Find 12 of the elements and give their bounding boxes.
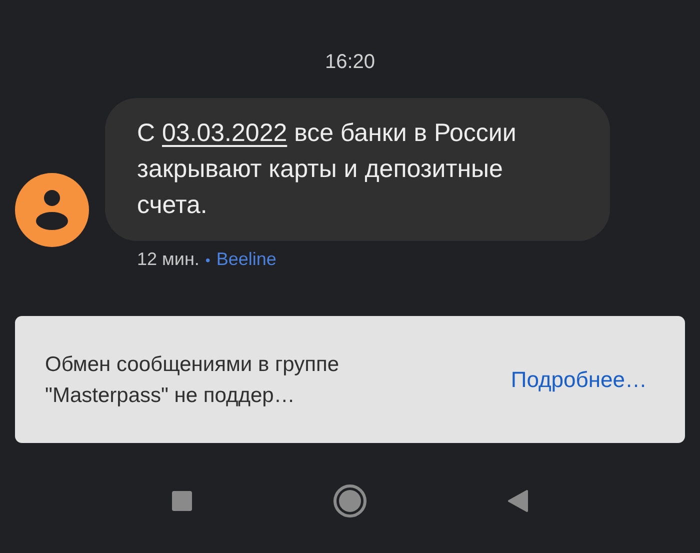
date-link[interactable]: 03.03.2022 — [162, 119, 288, 147]
avatar-icon — [15, 173, 89, 247]
back-button[interactable] — [507, 489, 529, 513]
details-button[interactable]: Подробнее… — [510, 362, 647, 396]
message-age: 12 мин. — [137, 249, 200, 270]
recents-button[interactable] — [171, 490, 193, 512]
separator-dot: • — [205, 252, 210, 268]
message-text: С 03.03.2022 все банки в России закрывают карты и депозитные счета. — [137, 118, 518, 221]
timestamp: 16:20 — [324, 50, 376, 74]
sender-name: Beeline — [216, 249, 276, 270]
snackbar-text: Обмен сообщениями в группе "Masterpass" не поддер… — [45, 352, 340, 408]
home-button[interactable] — [333, 484, 367, 518]
